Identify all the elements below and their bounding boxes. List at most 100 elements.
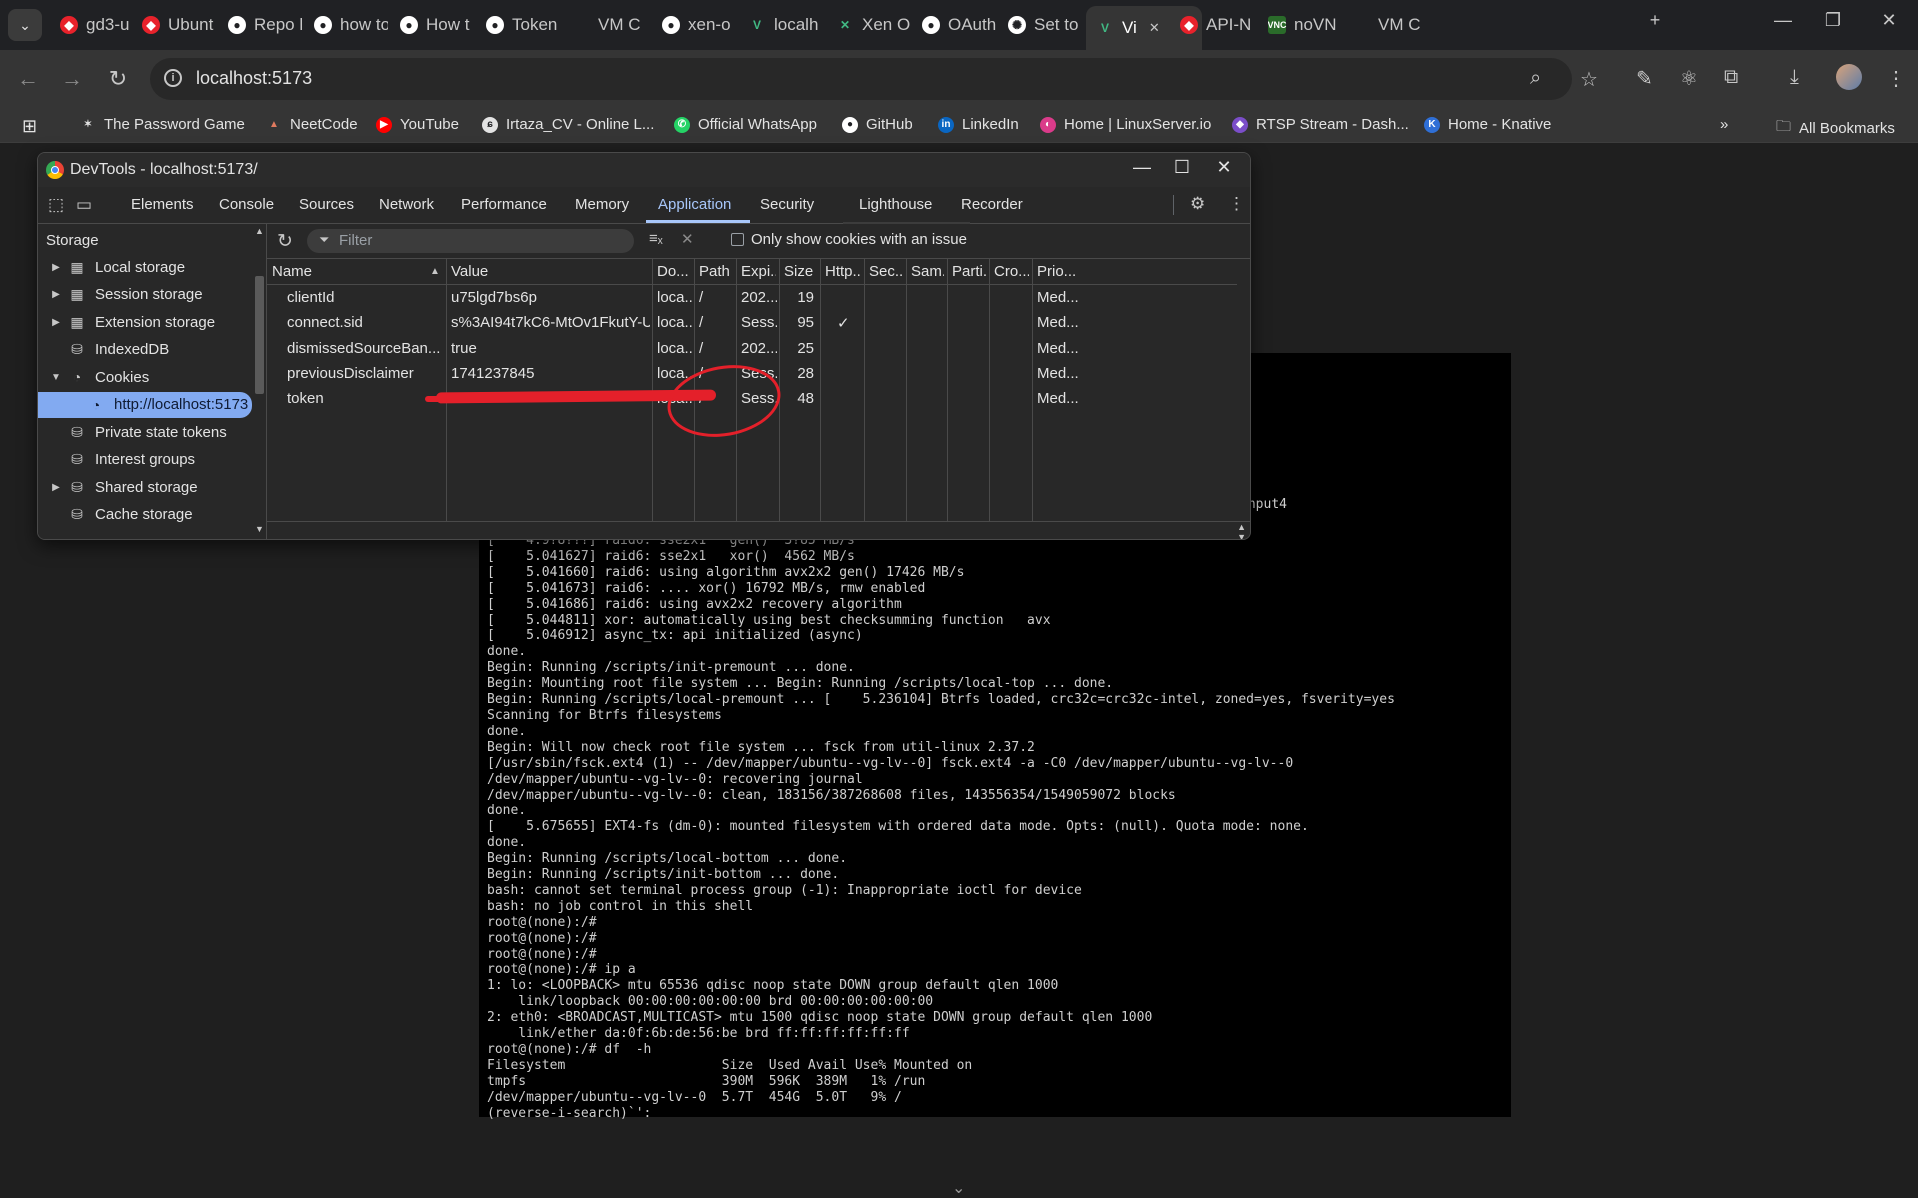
only-issues-checkbox[interactable]	[731, 233, 744, 246]
sidebar-scrollbar[interactable]: ▲ ▼	[253, 224, 266, 539]
inspect-element-icon[interactable]: ⬚	[48, 195, 64, 215]
column-header[interactable]: Parti...	[952, 263, 986, 280]
refresh-icon[interactable]: ↻	[277, 230, 293, 253]
column-divider[interactable]	[1032, 259, 1033, 521]
bookmark-item[interactable]: in LinkedIn	[938, 116, 1019, 133]
downloads-icon[interactable]: ⤓	[1790, 66, 1799, 89]
devtools-maximize-button[interactable]: ☐	[1162, 157, 1202, 178]
devtools-minimize-button[interactable]: —	[1122, 157, 1162, 178]
cookie-filter-input[interactable]: ⏷ Filter	[307, 229, 634, 253]
column-divider[interactable]	[947, 259, 948, 521]
column-header[interactable]: Size	[784, 263, 817, 280]
sidebar-item-cookies[interactable]: ▼ ◔ Cookies	[38, 364, 252, 390]
column-header[interactable]: Name	[272, 263, 443, 280]
sidebar-item-indexeddb[interactable]: ⛁ IndexedDB	[38, 337, 252, 363]
all-bookmarks-button[interactable]: 🗀 All Bookmarks	[1776, 116, 1895, 141]
extensions-puzzle-icon[interactable]: ⧉	[1724, 66, 1738, 89]
scrollbar-thumb[interactable]	[255, 276, 264, 394]
devtools-tab-sources[interactable]: Sources	[299, 196, 354, 213]
tab-1[interactable]: ◆ Ubunt	[142, 9, 216, 41]
sidebar-item-cache-storage[interactable]: ⛁ Cache storage	[38, 502, 252, 528]
tab-11[interactable]: ✺ Set to	[1008, 9, 1082, 41]
table-scroll-area[interactable]: ▲ ▼	[267, 521, 1250, 539]
tab-0[interactable]: ◆ gd3-u	[60, 9, 134, 41]
column-divider[interactable]	[446, 259, 447, 521]
more-options-icon[interactable]: ⋮	[1228, 194, 1245, 214]
devtools-tab-console[interactable]: Console	[219, 196, 274, 213]
table-row[interactable]: connect.sid s%3AI94t7kC6-MtOv1FkutY-UFaxC…	[267, 310, 1237, 335]
forward-button[interactable]: →	[58, 65, 86, 93]
bookmark-item[interactable]: ● GitHub	[842, 116, 913, 133]
sidebar-item-http-localhost-5173[interactable]: ◔ http://localhost:5173	[38, 391, 252, 418]
expand-right-icon[interactable]: ▶	[45, 317, 67, 328]
bookmark-item[interactable]: ◐ Home | LinuxServer.io	[1040, 116, 1211, 133]
column-header[interactable]: Value	[451, 263, 649, 280]
column-header[interactable]: Sam...	[911, 263, 944, 280]
close-window-button[interactable]: ✕	[1866, 10, 1912, 31]
clear-all-icon[interactable]: ≡ₓ	[649, 230, 663, 247]
devtools-tab-application[interactable]: Application	[658, 196, 731, 213]
sidebar-item-interest-groups[interactable]: ⛁ Interest groups	[38, 447, 252, 473]
tab-search-button[interactable]: ⌄	[8, 9, 42, 41]
delete-selected-icon[interactable]: ✕	[681, 230, 694, 248]
tab-13[interactable]: ◆ API-N	[1180, 9, 1254, 41]
restore-button[interactable]: ❐	[1810, 10, 1856, 31]
device-toolbar-icon[interactable]: ▭	[76, 195, 92, 215]
tab-6[interactable]: VM C	[572, 9, 646, 41]
devtools-tab-recorder[interactable]: Recorder	[961, 196, 1023, 213]
devtools-tab-network[interactable]: Network	[379, 196, 434, 213]
eyedropper-icon[interactable]: ✎	[1636, 66, 1653, 91]
reload-button[interactable]: ↻	[104, 65, 132, 93]
table-row[interactable]: clientId u75lgd7bs6p loca... / 202... 19 Med..…	[267, 285, 1237, 310]
tab-7[interactable]: ● xen-o	[662, 9, 736, 41]
column-header[interactable]: Cro...	[994, 263, 1029, 280]
column-header[interactable]: Do...	[657, 263, 691, 280]
tab-8[interactable]: Vlocalh	[748, 9, 822, 41]
back-button[interactable]: ←	[14, 65, 42, 93]
tab-5[interactable]: ● Token	[486, 9, 560, 41]
devtools-tab-security[interactable]: Security	[760, 196, 814, 213]
bookmark-item[interactable]: ✆ Official WhatsApp	[674, 116, 817, 133]
column-header[interactable]: Http...	[825, 263, 861, 280]
column-divider[interactable]	[864, 259, 865, 521]
bookmark-item[interactable]: ◆ RTSP Stream - Dash...	[1232, 116, 1409, 133]
new-tab-button[interactable]: +	[1632, 10, 1678, 31]
expand-right-icon[interactable]: ▶	[45, 262, 67, 273]
tab-15[interactable]: VM C	[1352, 9, 1426, 41]
devtools-tab-memory[interactable]: Memory	[575, 196, 629, 213]
bookmark-item[interactable]: ▲ NeetCode	[266, 116, 358, 133]
site-info-icon[interactable]: i	[164, 69, 182, 87]
url-text[interactable]: localhost:5173	[196, 68, 312, 89]
address-bar[interactable]: i localhost:5173 ⌕ ☆	[150, 58, 1598, 100]
sidebar-item-local-storage[interactable]: ▶ ▦ Local storage	[38, 254, 252, 280]
column-divider[interactable]	[906, 259, 907, 521]
column-divider[interactable]	[820, 259, 821, 521]
column-header[interactable]: Prio...	[1037, 263, 1084, 280]
sidebar-item-session-storage[interactable]: ▶ ▦ Session storage	[38, 282, 252, 308]
bookmark-item[interactable]: ▶ YouTube	[376, 116, 459, 133]
devtools-tab-lighthouse[interactable]: Lighthouse	[859, 196, 932, 213]
apps-grid-icon[interactable]: ⊞	[22, 116, 37, 137]
sidebar-item-extension-storage[interactable]: ▶ ▦ Extension storage	[38, 309, 252, 335]
zoom-icon[interactable]: ⌕	[1530, 67, 1541, 90]
bookmark-item[interactable]: ɕ Irtaza_CV - Online L...	[482, 116, 654, 133]
sidebar-item-private-state-tokens[interactable]: ⛁ Private state tokens	[38, 419, 252, 445]
table-row[interactable]: dismissedSourceBan... true loca... / 202... 2…	[267, 336, 1237, 361]
devtools-tab-performance[interactable]: Performance	[461, 196, 547, 213]
scroll-up-down-icon[interactable]: ▲ ▼	[1237, 522, 1246, 539]
expand-right-icon[interactable]: ▶	[45, 289, 67, 300]
column-header[interactable]: Path	[699, 263, 733, 280]
tab-3[interactable]: ● how to	[314, 9, 388, 41]
column-header[interactable]: Sec...	[869, 263, 903, 280]
more-bookmarks-icon[interactable]: »	[1720, 116, 1728, 133]
tab-4[interactable]: ● How t	[400, 9, 474, 41]
tab-10[interactable]: ● OAuth	[922, 9, 996, 41]
profile-avatar[interactable]	[1836, 64, 1862, 90]
bookmark-star-icon[interactable]: ☆	[1580, 67, 1598, 92]
minimize-button[interactable]: —	[1760, 10, 1806, 31]
sidebar-item-shared-storage[interactable]: ▶ ⛁ Shared storage	[38, 474, 252, 500]
column-header[interactable]: Expi...	[741, 263, 776, 280]
devtools-tab-elements[interactable]: Elements	[131, 196, 194, 213]
expand-right-icon[interactable]: ▶	[45, 482, 67, 493]
sort-ascending-icon[interactable]: ▲	[430, 266, 440, 277]
